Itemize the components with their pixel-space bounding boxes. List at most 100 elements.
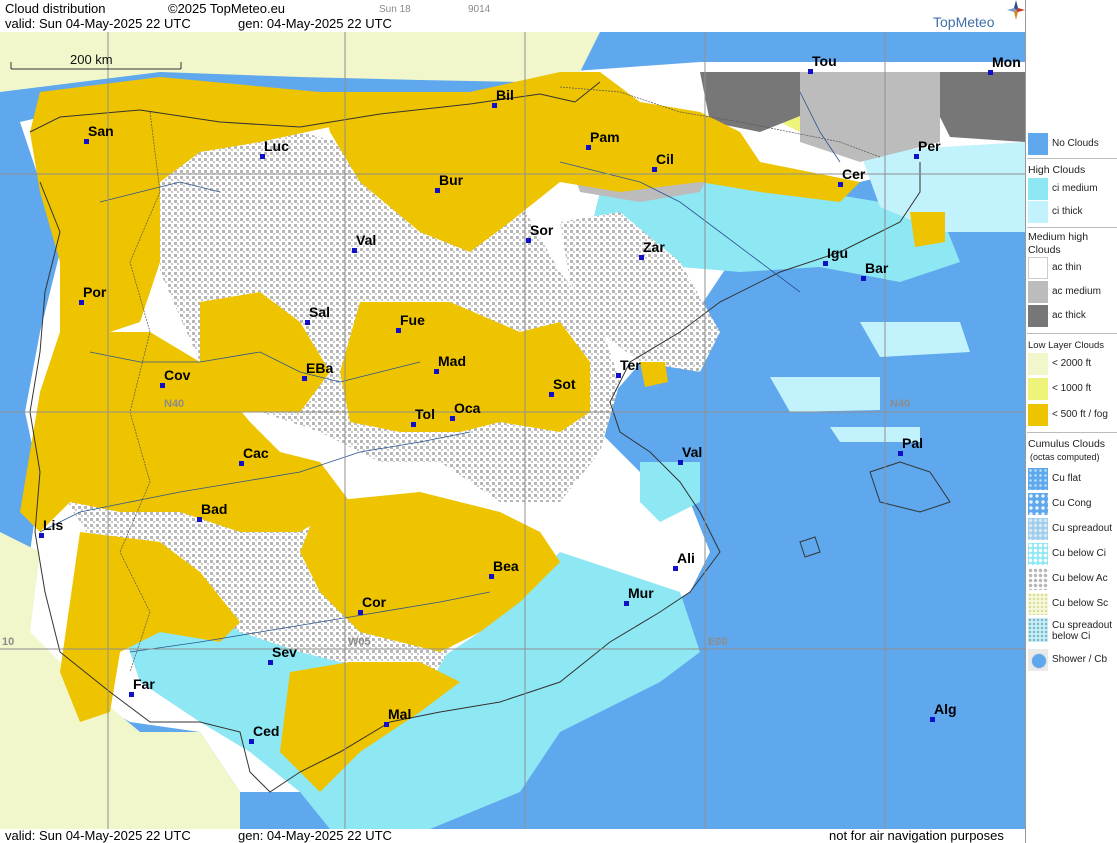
city-marker: [489, 574, 494, 579]
legend-low-2000: < 2000 ft: [1027, 353, 1117, 375]
city-label: Mal: [388, 706, 412, 722]
city-marker: [914, 154, 919, 159]
legend-no-clouds: No Clouds: [1027, 133, 1117, 155]
city-label: Alg: [934, 701, 957, 717]
cu-cong-swatch: [1028, 493, 1048, 515]
city-marker: [624, 601, 629, 606]
legend-ci-medium: ci medium: [1027, 178, 1117, 200]
ac-thin-swatch: [1028, 257, 1048, 279]
city-marker: [352, 248, 357, 253]
city-label: Cac: [243, 445, 269, 461]
city-label: Far: [133, 676, 155, 692]
city-label: Cov: [164, 367, 191, 383]
city-label: Igu: [827, 245, 848, 261]
legend-cu-cong: Cu Cong: [1027, 493, 1117, 515]
cloud-map[interactable]: 200 km N40 N40 W05 E00 10 San Luc Bil Pam To…: [0, 32, 1025, 829]
ac-medium-swatch: [1028, 281, 1048, 303]
legend-low-1000: < 1000 ft: [1027, 378, 1117, 400]
city-marker: [197, 517, 202, 522]
city-marker: [930, 717, 935, 722]
legend-cu-below-sc: Cu below Sc: [1027, 593, 1117, 615]
grid-label-n40-west: N40: [164, 398, 185, 410]
legend-ac-thin: ac thin: [1027, 257, 1117, 279]
city-label: Mon: [992, 54, 1021, 70]
city-label: EBa: [306, 360, 334, 376]
city-marker: [434, 369, 439, 374]
code-label: 9014: [468, 4, 491, 15]
legend-medium-title: Medium high Clouds: [1028, 231, 1089, 256]
city-label: Per: [918, 138, 941, 154]
city-marker: [358, 610, 363, 615]
valid-time: valid: Sun 04-May-2025 22 UTC: [5, 16, 191, 31]
city-label: Sor: [530, 222, 554, 238]
city-marker: [411, 422, 416, 427]
city-marker: [652, 167, 657, 172]
city-label: Fue: [400, 312, 425, 328]
cu-below-sc-swatch: [1028, 593, 1048, 615]
cloud-map-svg: [0, 32, 1025, 829]
city-marker: [268, 660, 273, 665]
cu-spread-ci-swatch: [1028, 618, 1048, 642]
city-marker: [898, 451, 903, 456]
city-label: Val: [356, 232, 377, 248]
city-marker: [249, 739, 254, 744]
city-label: Ter: [620, 357, 641, 373]
compass-icon: [1007, 0, 1025, 20]
city-marker: [838, 182, 843, 187]
city-label: Sot: [553, 376, 576, 392]
city-label: Bea: [493, 558, 519, 574]
legend-low-500: < 500 ft / fog: [1027, 404, 1117, 426]
city-marker: [861, 276, 866, 281]
city-marker: [435, 188, 440, 193]
city-marker: [988, 70, 993, 75]
city-label: Tol: [415, 406, 435, 422]
ci-medium-swatch: [1028, 178, 1048, 200]
city-marker: [549, 392, 554, 397]
grid-label-w10: 10: [2, 636, 15, 648]
ci-thick-swatch: [1028, 201, 1048, 223]
city-marker: [302, 376, 307, 381]
legend-cu-title: Cumulus Clouds (octas computed): [1028, 438, 1106, 462]
legend-high-title: High Clouds: [1028, 164, 1086, 176]
low-2000-swatch: [1028, 353, 1048, 375]
city-label: San: [88, 123, 114, 139]
footer-gen: gen: 04-May-2025 22 UTC: [238, 828, 392, 843]
city-label: Bar: [865, 260, 889, 276]
city-label: Ced: [253, 723, 280, 739]
cu-flat-swatch: [1028, 468, 1048, 490]
shower-cb-icon: [1031, 653, 1047, 669]
city-marker: [384, 722, 389, 727]
ac-thick-swatch: [1028, 305, 1048, 327]
legend-ac-medium: ac medium: [1027, 281, 1117, 303]
cu-below-ci-swatch: [1028, 543, 1048, 565]
low-500-swatch: [1028, 404, 1048, 426]
city-label: Sal: [309, 304, 331, 320]
cu-below-ac-swatch: [1028, 568, 1048, 590]
city-label: Bil: [496, 87, 514, 103]
legend-panel: No Clouds High Clouds ci medium ci thick…: [1025, 0, 1117, 843]
city-label: Bur: [439, 172, 464, 188]
legend-ci-thick: ci thick: [1027, 201, 1117, 223]
grid-label-e00: E00: [708, 636, 728, 648]
brand-text: TopMeteo: [933, 14, 995, 30]
city-label: Ali: [677, 550, 695, 566]
cu-spreadout-swatch: [1028, 518, 1048, 540]
footer-disclaimer: not for air navigation purposes: [829, 828, 1004, 843]
city-marker: [808, 69, 813, 74]
legend-cu-below-ac: Cu below Ac: [1027, 568, 1117, 590]
city-label: Oca: [454, 400, 481, 416]
city-label: Sev: [272, 644, 297, 660]
city-marker: [39, 533, 44, 538]
ac-thick-2: [935, 72, 1025, 142]
city-marker: [678, 460, 683, 465]
city-label: Luc: [264, 138, 289, 154]
city-marker: [616, 373, 621, 378]
header-bar: Cloud distribution ©2025 TopMeteo.eu Sun…: [0, 0, 1025, 32]
city-label: Cor: [362, 594, 387, 610]
city-marker: [160, 383, 165, 388]
city-label: Mad: [438, 353, 466, 369]
city-marker: [260, 154, 265, 159]
footer-bar: valid: Sun 04-May-2025 22 UTC gen: 04-Ma…: [0, 828, 1025, 843]
grid-label-w05: W05: [348, 636, 371, 648]
scale-label: 200 km: [70, 52, 113, 67]
